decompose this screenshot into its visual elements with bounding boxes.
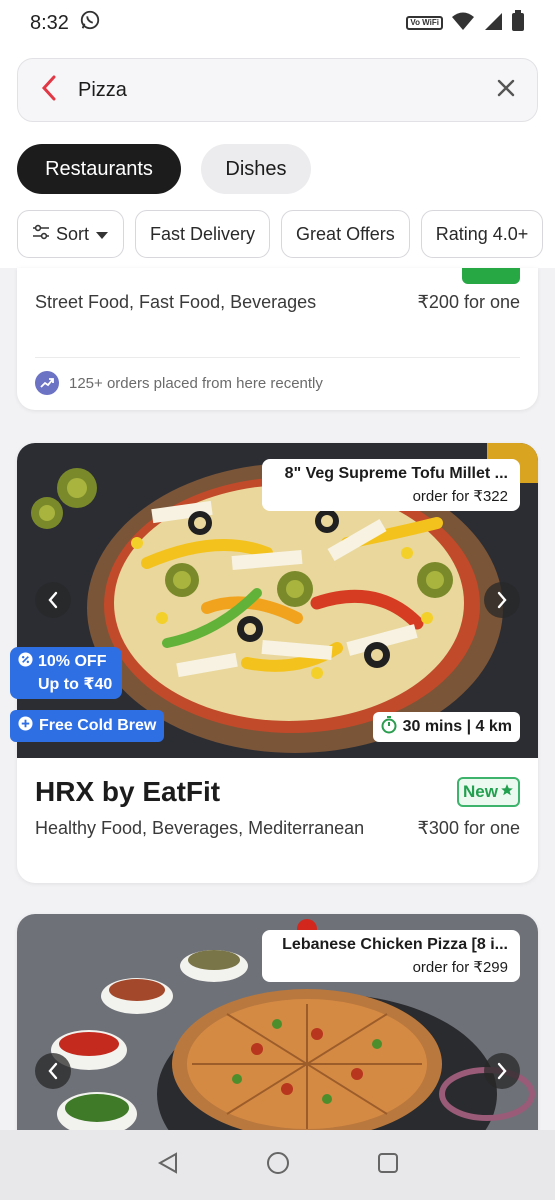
- plus-circle-icon: [18, 716, 33, 736]
- carousel-next-button[interactable]: [484, 582, 520, 618]
- filter-fast-delivery[interactable]: Fast Delivery: [135, 210, 271, 258]
- filter-great-offers[interactable]: Great Offers: [281, 210, 410, 258]
- whatsapp-icon: [79, 9, 101, 37]
- signal-icon: [483, 11, 503, 36]
- sort-chip[interactable]: Sort: [17, 210, 125, 258]
- featured-dish-price: order for ₹322: [412, 488, 508, 505]
- carousel-prev-button[interactable]: [35, 1053, 71, 1089]
- free-item-badge: Free Cold Brew: [10, 710, 165, 742]
- caret-down-icon: [95, 224, 109, 245]
- divider: [35, 357, 520, 358]
- restaurant-name: HRX by EatFit: [35, 776, 221, 807]
- system-nav-bar: [0, 1130, 555, 1200]
- status-time: 8:32: [30, 11, 69, 34]
- tab-restaurants[interactable]: Restaurants: [17, 144, 181, 194]
- trending-icon: [35, 371, 59, 395]
- search-header: Pizza Restaurants Dishes Sort Fast Deliv…: [0, 46, 555, 268]
- featured-dish-label[interactable]: 8" Veg Supreme Tofu Millet ... order for…: [262, 459, 520, 511]
- carousel-next-button[interactable]: [484, 1053, 520, 1089]
- featured-dish-price: order for ₹299: [412, 959, 508, 976]
- cuisine-text: Street Food, Fast Food, Beverages: [35, 292, 317, 312]
- discount-badge: 10% OFF Up to ₹40: [10, 647, 122, 699]
- home-circle-icon[interactable]: [265, 1150, 291, 1181]
- wifi-icon: [451, 11, 475, 36]
- clear-icon[interactable]: [497, 79, 515, 102]
- free-item-text: Free Cold Brew: [39, 717, 157, 734]
- tab-dishes[interactable]: Dishes: [201, 144, 311, 194]
- filter-chips: Sort Fast Delivery Great Offers Rating 4…: [17, 210, 544, 258]
- time-distance-text: 30 mins | 4 km: [402, 718, 512, 735]
- featured-dish-name: 8" Veg Supreme Tofu Millet ...: [284, 465, 508, 482]
- percent-icon: [18, 652, 33, 672]
- filter-rating[interactable]: Rating 4.0+: [420, 210, 544, 258]
- orders-note: 125+ orders placed from here recently: [69, 374, 323, 392]
- status-bar: 8:32 Vo WiFi: [0, 0, 555, 46]
- rating-badge-partial: [462, 268, 520, 284]
- timer-icon: [381, 715, 397, 739]
- price-text: ₹300 for one: [417, 818, 520, 838]
- featured-dish-name: Lebanese Chicken Pizza [8 i...: [282, 936, 508, 953]
- chevron-right-icon: [497, 1062, 507, 1080]
- recents-square-icon[interactable]: [376, 1151, 400, 1180]
- new-badge: New: [457, 777, 520, 807]
- back-arrow-icon[interactable]: [40, 75, 58, 106]
- restaurant-card-previous[interactable]: Street Food, Fast Food, Beverages ₹200 f…: [17, 268, 538, 410]
- new-badge-label: New: [463, 782, 498, 801]
- back-triangle-icon[interactable]: [156, 1151, 180, 1180]
- cuisine-text: Healthy Food, Beverages, Mediterranean: [35, 818, 365, 838]
- sliders-icon: [32, 224, 50, 245]
- result-tabs: Restaurants Dishes: [17, 144, 311, 194]
- price-text: ₹200 for one: [417, 292, 520, 312]
- star-icon: [500, 782, 514, 802]
- carousel-prev-button[interactable]: [35, 582, 71, 618]
- featured-dish-label[interactable]: Lebanese Chicken Pizza [8 i... order for…: [262, 930, 520, 982]
- delivery-time-chip: 30 mins | 4 km: [372, 712, 520, 742]
- discount-line1: 10% OFF: [38, 653, 107, 670]
- chevron-left-icon: [48, 1062, 58, 1080]
- search-input[interactable]: Pizza: [78, 79, 497, 102]
- discount-line2: Up to ₹40: [38, 676, 113, 693]
- chevron-right-icon: [497, 591, 507, 609]
- sort-label: Sort: [56, 223, 90, 244]
- chevron-left-icon: [48, 591, 58, 609]
- search-bar[interactable]: Pizza: [17, 58, 538, 122]
- vowifi-icon: Vo WiFi: [406, 16, 443, 30]
- battery-icon: [511, 9, 525, 37]
